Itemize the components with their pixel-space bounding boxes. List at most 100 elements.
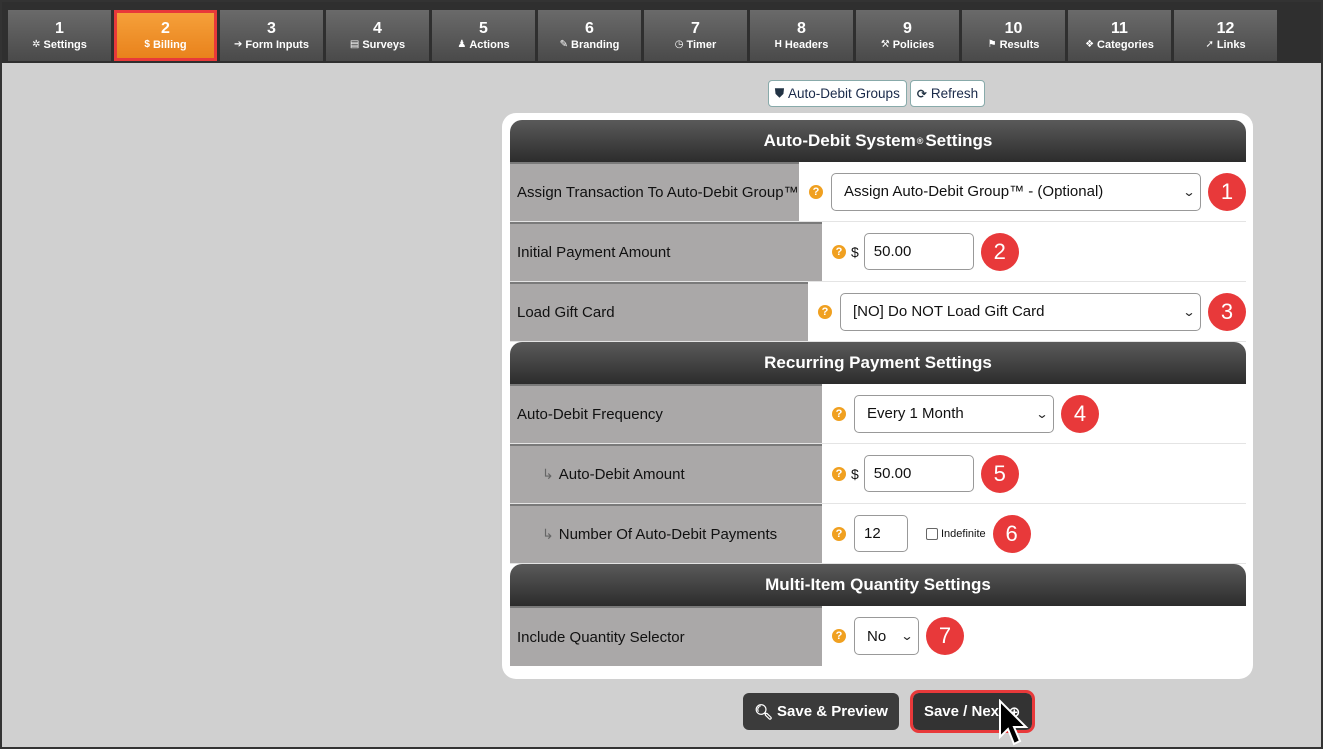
gift-card-row: Load Gift Card ? [NO] Do NOT Load Gift C…	[510, 282, 1246, 342]
step-badge: 2	[980, 232, 1019, 271]
gavel-icon: ⚒	[880, 38, 890, 50]
tab-label: Links	[1216, 38, 1246, 51]
bottom-actions: 🔍︎ Save & Preview Save / Next ⊕	[743, 690, 1035, 733]
dollar-icon: $	[144, 38, 150, 50]
select-value: Assign Auto-Debit Group™ - (Optional)	[844, 183, 1104, 200]
indefinite-checkbox-wrap: Indefinite	[926, 527, 986, 540]
sub-arrow-icon: ↳	[542, 466, 554, 482]
refresh-button[interactable]: ⟳ Refresh	[909, 80, 986, 107]
save-preview-button[interactable]: 🔍︎ Save & Preview	[743, 693, 899, 730]
multi-item-section-header: Multi-Item Quantity Settings	[510, 564, 1246, 606]
quantity-select[interactable]: No ⌄	[854, 617, 919, 655]
chevron-down-icon: ⌄	[1182, 304, 1196, 319]
row-label: Load Gift Card	[510, 282, 808, 341]
initial-payment-row: Initial Payment Amount ? $ 2	[510, 222, 1246, 282]
section-title: Recurring Payment Settings	[764, 353, 992, 372]
tab-branding[interactable]: 6 ✎ Branding	[538, 10, 641, 61]
currency-symbol: $	[851, 243, 859, 260]
chevron-down-icon: ⌄	[1182, 184, 1196, 199]
help-icon[interactable]: ?	[832, 244, 846, 259]
brush-icon: ✎	[559, 38, 569, 50]
tab-number: 2	[161, 19, 170, 37]
flag-icon: ⚑	[987, 38, 997, 50]
chevron-down-icon: ⌄	[900, 629, 914, 643]
tab-timer[interactable]: 7 ◷ Timer	[644, 10, 747, 61]
help-icon[interactable]: ?	[832, 526, 846, 541]
tab-number: 3	[267, 19, 276, 37]
chevron-down-icon: ⌄	[1035, 406, 1049, 421]
step-badge: 6	[992, 514, 1031, 553]
list-icon: ▤	[349, 38, 360, 50]
auto-debit-amount-row: ↳ Auto-Debit Amount ? $ 5	[510, 444, 1246, 504]
tab-number: 4	[373, 19, 382, 37]
tab-label: Branding	[571, 38, 620, 51]
step-badge: 7	[926, 617, 964, 655]
tab-links[interactable]: 12 ➚ Links	[1174, 10, 1277, 61]
save-preview-label: Save & Preview	[777, 703, 888, 720]
step-badge: 4	[1061, 394, 1099, 433]
row-label: Initial Payment Amount	[510, 222, 822, 281]
save-next-label: Save / Next	[923, 703, 1004, 720]
row-label: Auto-Debit Amount	[558, 466, 685, 483]
top-toolbar: ⛊ Auto-Debit Groups ⟳ Refresh	[768, 80, 986, 107]
tab-label: Settings	[43, 38, 87, 51]
section-title: Multi-Item Quantity Settings	[765, 575, 991, 594]
tab-number: 10	[1004, 19, 1023, 37]
select-value: No	[867, 627, 887, 645]
tab-label: Headers	[784, 38, 829, 51]
auto-debit-groups-button[interactable]: ⛊ Auto-Debit Groups	[768, 80, 907, 107]
row-label: Number Of Auto-Debit Payments	[558, 526, 778, 543]
billing-settings-panel: Auto-Debit System ® Settings Assign Trans…	[502, 113, 1253, 679]
tab-settings[interactable]: 1 ✲ Settings	[8, 10, 111, 61]
tab-results[interactable]: 10 ⚑ Results	[962, 10, 1065, 61]
pointer-icon: ➚	[1205, 38, 1214, 50]
section-title: Auto-Debit System	[763, 131, 916, 150]
step-tab-bar: 1 ✲ Settings 2 $ Billing 3 ➔ Form Inputs 4 ▤ Sur…	[2, 2, 1321, 63]
checkbox-label: Indefinite	[941, 527, 986, 540]
indefinite-checkbox[interactable]	[926, 527, 938, 540]
auto-debit-amount-input[interactable]	[863, 455, 974, 492]
tab-form-inputs[interactable]: 3 ➔ Form Inputs	[220, 10, 323, 61]
shield-icon: ⛊	[775, 86, 785, 100]
header-icon: H	[774, 38, 782, 50]
tab-label: Categories	[1097, 38, 1154, 51]
search-icon: 🔍︎	[754, 703, 774, 721]
tab-billing[interactable]: 2 $ Billing	[114, 10, 217, 61]
tab-label: Form Inputs	[245, 38, 309, 51]
tab-surveys[interactable]: 4 ▤ Surveys	[326, 10, 429, 61]
gift-card-select[interactable]: [NO] Do NOT Load Gift Card ⌄	[840, 292, 1201, 331]
initial-payment-input[interactable]	[863, 233, 974, 270]
tab-number: 5	[479, 19, 488, 37]
tab-label: Results	[999, 38, 1040, 51]
sub-arrow-icon: ↳	[542, 526, 554, 542]
num-payments-row: ↳Number Of Auto-Debit Payments ? Indefin…	[510, 504, 1246, 564]
user-icon: ♟	[457, 38, 467, 50]
gear-icon: ✲	[32, 38, 41, 50]
select-value: Every 1 Month	[867, 405, 964, 422]
auto-debit-section-header: Auto-Debit System ® Settings	[510, 120, 1246, 162]
tab-number: 7	[691, 19, 700, 37]
cubes-icon: ❖	[1085, 38, 1095, 50]
tab-number: 8	[797, 19, 806, 37]
row-label: Auto-Debit Frequency	[510, 384, 822, 443]
help-icon[interactable]: ?	[809, 184, 823, 199]
tab-number: 12	[1216, 19, 1235, 37]
help-icon[interactable]: ?	[832, 629, 846, 643]
help-icon[interactable]: ?	[832, 466, 846, 481]
tab-categories[interactable]: 11 ❖ Categories	[1068, 10, 1171, 61]
tab-headers[interactable]: 8 H Headers	[750, 10, 853, 61]
refresh-label: Refresh	[930, 86, 979, 101]
tab-label: Surveys	[362, 38, 406, 51]
step-badge: 1	[1208, 172, 1246, 211]
help-icon[interactable]: ?	[818, 304, 832, 319]
tab-actions[interactable]: 5 ♟ Actions	[432, 10, 535, 61]
clock-icon: ◷	[674, 38, 684, 50]
tab-label: Actions	[469, 38, 510, 51]
tab-policies[interactable]: 9 ⚒ Policies	[856, 10, 959, 61]
auto-debit-group-select[interactable]: Assign Auto-Debit Group™ - (Optional) ⌄	[831, 172, 1201, 211]
mouse-pointer-icon	[999, 699, 1029, 746]
tab-label: Policies	[892, 38, 935, 51]
help-icon[interactable]: ?	[832, 406, 846, 421]
frequency-select[interactable]: Every 1 Month ⌄	[854, 394, 1054, 433]
num-payments-input[interactable]	[854, 515, 908, 552]
